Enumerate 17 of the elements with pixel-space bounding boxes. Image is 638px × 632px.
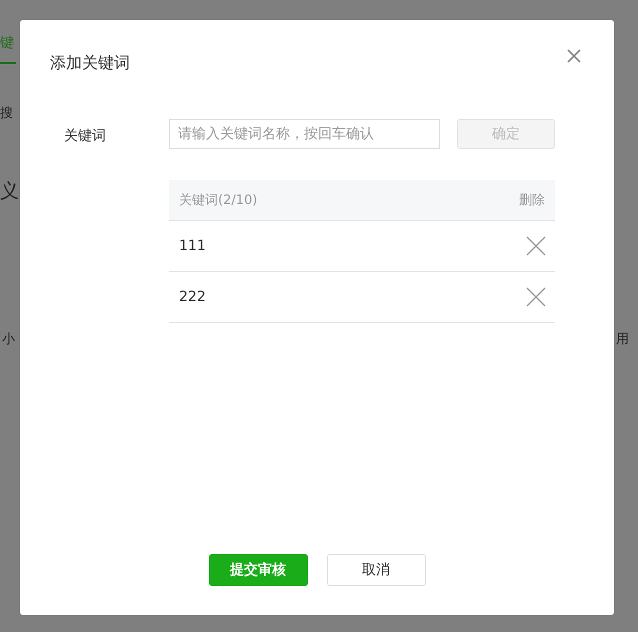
keyword-input-field[interactable]: 请输入关键词名称，按回车确认: [169, 119, 440, 149]
column-header: 删除: [519, 192, 545, 209]
keyword-cell: 111: [179, 238, 206, 254]
backdrop-text: 搜: [0, 105, 13, 122]
close-icon[interactable]: [566, 48, 582, 64]
column-header: 关键词(2/10): [179, 192, 258, 209]
delete-icon[interactable]: [526, 287, 546, 307]
cancel-button[interactable]: 取消: [326, 554, 426, 586]
submit-button[interactable]: 提交审核: [208, 554, 308, 586]
backdrop-text: 小: [2, 331, 15, 348]
keyword-cell: 222: [179, 289, 206, 305]
backdrop-text: 义: [0, 179, 19, 204]
delete-icon[interactable]: [526, 236, 546, 256]
backdrop-text: 用: [616, 331, 629, 348]
dialog-title: 添加关键词: [50, 53, 130, 74]
keyword-label: 关键词: [64, 127, 107, 146]
backdrop-tab[interactable]: 键: [0, 34, 16, 64]
